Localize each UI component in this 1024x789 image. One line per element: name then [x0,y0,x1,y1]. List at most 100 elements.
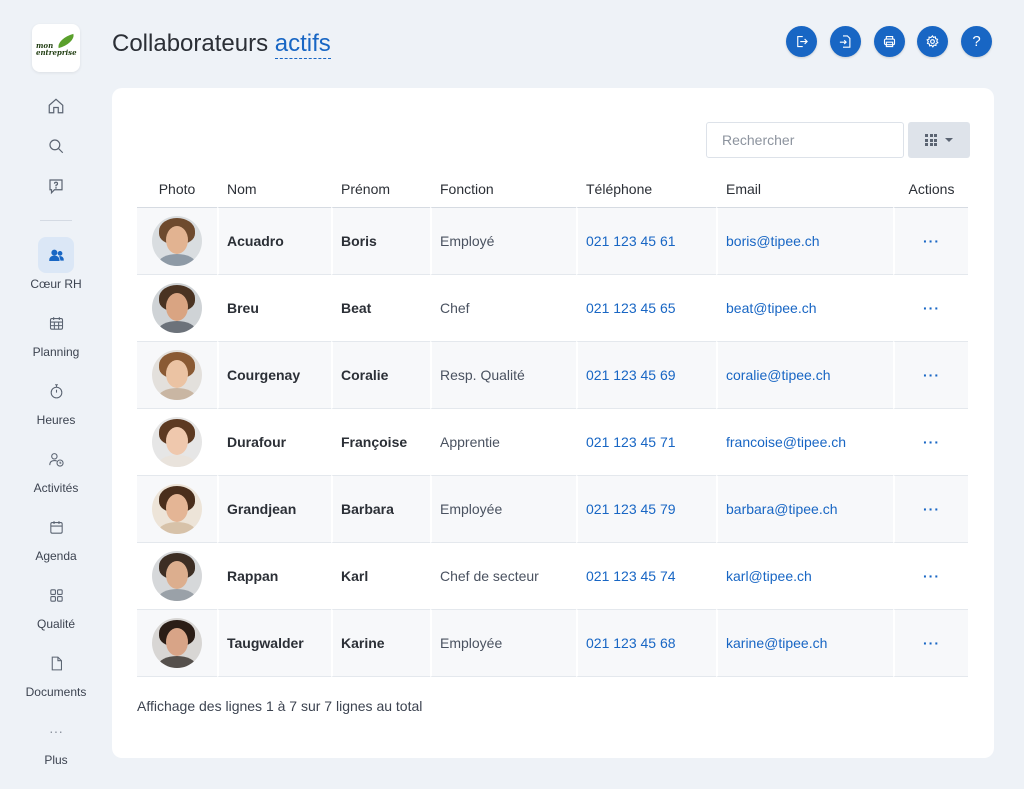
phone-link[interactable]: 021 123 45 69 [576,342,716,409]
cell-nom: Acuadro [217,208,331,275]
column-header-nom[interactable]: Nom [217,170,331,208]
column-header-telephone[interactable]: Téléphone [576,170,716,208]
row-actions-menu-icon[interactable]: ··· [893,342,968,409]
cell-prenom: Karine [331,610,430,677]
pagination-summary: Affichage des lignes 1 à 7 sur 7 lignes … [137,698,423,714]
table-row[interactable]: Courgenay Coralie Resp. Qualité 021 123 … [137,342,968,409]
settings-button[interactable] [917,26,948,57]
user-clock-icon [48,452,64,467]
cell-prenom: Beat [331,275,430,342]
avatar[interactable] [152,484,202,534]
table-row[interactable]: Breu Beat Chef 021 123 45 65 beat@tipee.… [137,275,968,342]
sidebar-item-plus[interactable]: ··· Plus [0,713,112,767]
sidebar-item-documents[interactable]: Documents [0,645,112,699]
phone-link[interactable]: 021 123 45 79 [576,476,716,543]
column-header-fonction[interactable]: Fonction [430,170,576,208]
avatar[interactable] [152,350,202,400]
home-button[interactable] [38,88,74,124]
sidebar-divider [40,220,72,221]
avatar[interactable] [152,216,202,266]
row-actions-menu-icon[interactable]: ··· [893,476,968,543]
email-link[interactable]: barbara@tipee.ch [716,476,893,543]
column-header-email[interactable]: Email [716,170,893,208]
cell-fonction: Employée [430,610,576,677]
help-button[interactable]: ? [961,26,992,57]
cell-fonction: Apprentie [430,409,576,476]
row-actions-menu-icon[interactable]: ··· [893,543,968,610]
phone-link[interactable]: 021 123 45 61 [576,208,716,275]
row-actions-menu-icon[interactable]: ··· [893,409,968,476]
sidebar-item-agenda[interactable]: Agenda [0,509,112,563]
chevron-down-icon [945,138,953,142]
sidebar-item-label: Agenda [35,549,77,563]
status-filter-dropdown[interactable]: actifs [274,30,331,59]
phone-link[interactable]: 021 123 45 65 [576,275,716,342]
phone-link[interactable]: 021 123 45 74 [576,543,716,610]
grid-view-icon [925,134,937,146]
sidebar-item-coeur-rh[interactable]: Cœur RH [0,237,112,291]
row-actions-menu-icon[interactable]: ··· [893,610,968,677]
avatar[interactable] [152,417,202,467]
export-button[interactable] [786,26,817,57]
avatar[interactable] [152,551,202,601]
email-link[interactable]: karine@tipee.ch [716,610,893,677]
email-link[interactable]: boris@tipee.ch [716,208,893,275]
column-header-prenom[interactable]: Prénom [331,170,430,208]
page-title-main: Collaborateurs [112,30,269,57]
email-link[interactable]: karl@tipee.ch [716,543,893,610]
cell-nom: Breu [217,275,331,342]
email-link[interactable]: francoise@tipee.ch [716,409,893,476]
cell-prenom: Coralie [331,342,430,409]
table-row[interactable]: Durafour Françoise Apprentie 021 123 45 … [137,409,968,476]
cell-prenom: Barbara [331,476,430,543]
cell-prenom: Karl [331,543,430,610]
cell-nom: Durafour [217,409,331,476]
avatar[interactable] [152,618,202,668]
row-actions-menu-icon[interactable]: ··· [893,208,968,275]
search-button[interactable] [38,128,74,164]
email-link[interactable]: beat@tipee.ch [716,275,893,342]
table-header-row: Photo Nom Prénom Fonction Téléphone Emai… [137,170,968,208]
sidebar-item-label: Planning [32,345,80,359]
cell-fonction: Chef de secteur [430,543,576,610]
table-row[interactable]: Acuadro Boris Employé 021 123 45 61 bori… [137,208,968,275]
search-input[interactable] [706,122,904,158]
collaborators-table: Photo Nom Prénom Fonction Téléphone Emai… [137,170,968,677]
sidebar-item-heures[interactable]: Heures [0,373,112,427]
table-row[interactable]: Grandjean Barbara Employée 021 123 45 79… [137,476,968,543]
phone-link[interactable]: 021 123 45 71 [576,409,716,476]
help-chat-button[interactable] [38,168,74,204]
collaborators-card: Photo Nom Prénom Fonction Téléphone Emai… [112,88,994,758]
sidebar-item-label: Activités [33,481,79,495]
cell-nom: Courgenay [217,342,331,409]
phone-link[interactable]: 021 123 45 68 [576,610,716,677]
email-link[interactable]: coralie@tipee.ch [716,342,893,409]
help-icon: ? [972,33,981,50]
print-button[interactable] [874,26,905,57]
document-icon [51,656,62,670]
table-row[interactable]: Rappan Karl Chef de secteur 021 123 45 7… [137,543,968,610]
row-actions-menu-icon[interactable]: ··· [893,275,968,342]
cell-nom: Grandjean [217,476,331,543]
column-header-photo[interactable]: Photo [137,170,217,208]
cell-prenom: Françoise [331,409,430,476]
view-toggle-button[interactable] [908,122,970,158]
avatar[interactable] [152,283,202,333]
help-bubble-icon [49,179,63,195]
table-row[interactable]: Taugwalder Karine Employée 021 123 45 68… [137,610,968,677]
print-icon [883,35,896,48]
import-button[interactable] [830,26,861,57]
calendar-icon [49,520,63,534]
cell-fonction: Employée [430,476,576,543]
company-logo[interactable]: mon entreprise [32,24,80,72]
sidebar-item-activites[interactable]: Activités [0,441,112,495]
stopwatch-icon [50,383,62,398]
search-icon [49,139,64,154]
cell-prenom: Boris [331,208,430,275]
sidebar-item-planning[interactable]: Planning [0,305,112,359]
logo-line-2: entreprise [36,48,77,57]
sidebar-item-label: Cœur RH [30,277,82,291]
sidebar-item-qualite[interactable]: Qualité [0,577,112,631]
gear-icon [926,34,939,48]
apps-icon [49,588,63,602]
